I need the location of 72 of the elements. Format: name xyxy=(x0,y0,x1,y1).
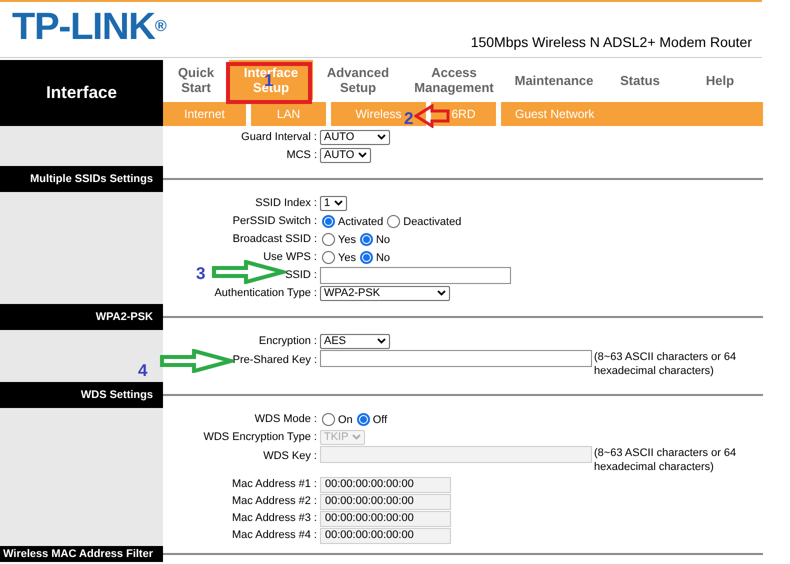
field-label: Authentication Type : xyxy=(214,286,317,301)
dropdown[interactable]: WPA2-PSK xyxy=(320,286,450,300)
field-label: Pre-Shared Key : xyxy=(232,353,317,368)
section-header: WPA2-PSK xyxy=(0,304,163,330)
caret-icon xyxy=(358,152,368,158)
nav-tab[interactable]: Status xyxy=(603,60,677,100)
hint-text: (8~63 ASCII characters or 64 hexadecimal characters) xyxy=(594,446,738,474)
option-label: Deactivated xyxy=(403,215,462,230)
caret-icon xyxy=(437,290,446,296)
radio-button[interactable] xyxy=(356,412,370,426)
product-name: 150Mbps Wireless N ADSL2+ Modem Router xyxy=(470,33,752,52)
text-field: 00:00:00:00:00:00 xyxy=(320,528,451,544)
section-title: Interface xyxy=(0,60,163,126)
nav-tab[interactable]: Access Management xyxy=(403,60,505,100)
nav-tab[interactable]: Help xyxy=(677,60,763,100)
option-label: No xyxy=(376,233,390,248)
radio-button[interactable] xyxy=(387,214,400,228)
section-header: Wireless MAC Address Filter xyxy=(0,546,163,562)
field-label: Use WPS : xyxy=(263,250,317,265)
section-header: WDS Settings xyxy=(0,382,163,408)
field-label: SSID Index : xyxy=(255,196,317,211)
radio-button[interactable] xyxy=(322,412,335,426)
radio-button[interactable] xyxy=(360,232,373,246)
text-field: 00:00:00:00:00:00 xyxy=(320,494,451,510)
dropdown[interactable]: 1 xyxy=(320,196,348,210)
field-label: Mac Address #3 : xyxy=(232,511,317,526)
field-label: Mac Address #4 : xyxy=(232,528,317,544)
radio-button[interactable] xyxy=(360,250,373,264)
annotation-number: 4 xyxy=(138,360,148,382)
dropdown[interactable]: AES xyxy=(320,334,390,348)
caret-icon xyxy=(377,338,386,344)
nav-tab[interactable]: Maintenance xyxy=(505,60,603,100)
dropdown: TKIP xyxy=(320,430,366,444)
radio-button[interactable] xyxy=(322,250,335,264)
field-label: WDS Encryption Type : xyxy=(203,430,317,445)
field-label: WDS Key : xyxy=(263,449,317,464)
field-label: Broadcast SSID : xyxy=(232,232,317,247)
text-field: 00:00:00:00:00:00 xyxy=(320,476,451,492)
hint-text: (8~63 ASCII characters or 64 hexadecimal characters) xyxy=(594,350,738,378)
nav-tab[interactable]: Quick Start xyxy=(163,60,229,100)
section-header: Multiple SSIDs Settings xyxy=(0,166,163,192)
option-label: Activated xyxy=(338,215,384,230)
dropdown[interactable]: AUTO xyxy=(320,148,372,162)
field-label: WDS Mode : xyxy=(254,412,317,427)
annotation-number: 3 xyxy=(196,263,206,285)
field-label: Guard Interval : xyxy=(241,130,317,145)
field-label: PerSSID Switch : xyxy=(232,214,317,229)
caret-icon xyxy=(334,200,344,206)
field-label: Mac Address #2 : xyxy=(232,494,317,510)
arrow-icon xyxy=(160,349,234,373)
text-field[interactable] xyxy=(320,266,511,284)
field-label: MCS : xyxy=(286,148,317,163)
logo: TP-LINK$^{®}$ xyxy=(12,8,166,46)
dropdown[interactable]: AUTO xyxy=(320,130,390,144)
radio-button[interactable] xyxy=(322,232,335,246)
option-label: Off xyxy=(372,413,388,428)
option-label: Yes xyxy=(338,251,356,266)
option-label: No xyxy=(376,251,390,266)
option-label: Yes xyxy=(338,233,356,248)
field-label: Encryption : xyxy=(258,334,317,349)
annotation-number: 2 xyxy=(404,108,414,130)
arrow-icon xyxy=(212,260,286,284)
nav-tab[interactable]: Advanced Setup xyxy=(313,60,403,100)
text-field[interactable] xyxy=(320,350,592,367)
radio-button[interactable] xyxy=(322,214,335,228)
caret-icon xyxy=(352,434,362,440)
caret-icon xyxy=(377,134,386,140)
field-label: Mac Address #1 : xyxy=(232,477,317,492)
option-label: On xyxy=(338,413,353,428)
field-label: SSID : xyxy=(285,268,317,283)
arrow-icon xyxy=(414,104,450,128)
text-field: 00:00:00:00:00:00 xyxy=(320,510,451,526)
